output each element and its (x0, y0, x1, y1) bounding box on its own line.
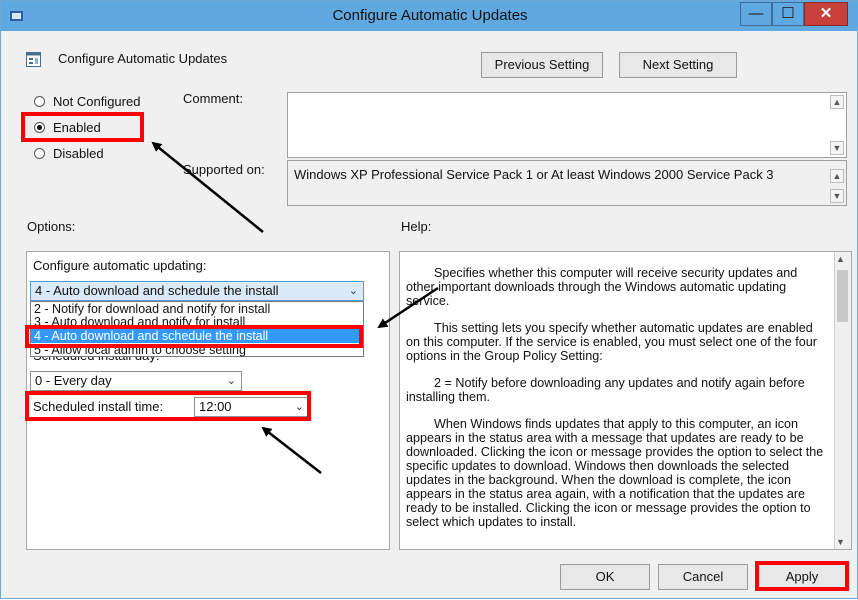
arrow-to-enabled (151, 141, 264, 233)
arrow-to-install-time (261, 426, 322, 474)
arrow-to-option (377, 286, 439, 329)
policy-window: Configure Automatic Updates — ☐ ✕ Config… (0, 0, 858, 599)
annotation-arrows (151, 141, 439, 474)
